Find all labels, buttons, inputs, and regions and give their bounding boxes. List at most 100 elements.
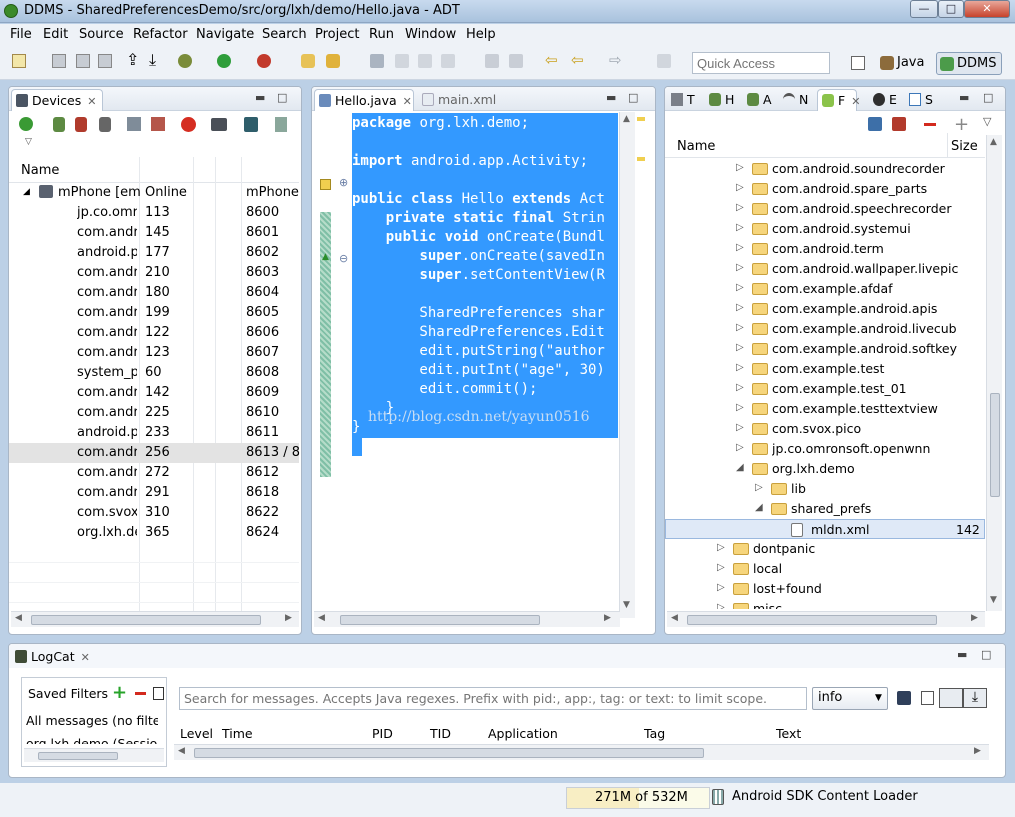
- folder-row[interactable]: ▷ com.example.test: [665, 359, 985, 379]
- update-heap-icon[interactable]: [53, 117, 65, 132]
- folder-row[interactable]: ▷ dontpanic: [665, 539, 985, 559]
- collapse-arrow-icon[interactable]: ◢: [755, 502, 763, 513]
- fold-icon[interactable]: ⊕: [339, 176, 348, 189]
- folder-row[interactable]: ▷ com.android.systemui: [665, 219, 985, 239]
- next-annotation-icon[interactable]: [485, 54, 499, 68]
- editor-hscroll[interactable]: ◀ ▶: [314, 611, 620, 627]
- folder-row[interactable]: ▷ misc: [665, 599, 985, 609]
- folder-row[interactable]: ▷ com.android.wallpaper.livepic: [665, 259, 985, 279]
- start-profiling-icon[interactable]: [151, 117, 165, 131]
- maximize-view-icon[interactable]: □: [277, 91, 287, 104]
- collapse-arrow-icon[interactable]: ◢: [736, 462, 744, 473]
- dump-hprof-icon[interactable]: [75, 117, 87, 132]
- open-type-icon[interactable]: [301, 54, 315, 68]
- minimize-button[interactable]: —: [910, 0, 938, 18]
- last-edit-icon[interactable]: ⇦: [545, 53, 559, 68]
- expand-arrow-icon[interactable]: ▷: [736, 302, 744, 313]
- menu-navigate[interactable]: Navigate: [196, 27, 254, 42]
- process-row[interactable]: com.andro2258610: [9, 403, 299, 423]
- toggle-mark-icon[interactable]: [395, 54, 409, 68]
- device-row[interactable]: ◢ mPhone [emu Online mPhone: [9, 183, 299, 203]
- folder-row[interactable]: ▷ lib: [665, 479, 985, 499]
- view-menu-icon[interactable]: ▽: [25, 137, 32, 147]
- process-row[interactable]: com.andro1228606: [9, 323, 299, 343]
- opengl-trace-icon[interactable]: [275, 117, 287, 132]
- run-icon[interactable]: [217, 54, 231, 68]
- explorer-col-size[interactable]: Size: [951, 139, 978, 154]
- menu-refactor[interactable]: Refactor: [133, 27, 188, 42]
- code-area[interactable]: package org.lxh.demo; import android.app.…: [352, 114, 618, 459]
- delete-filter-icon[interactable]: [135, 692, 146, 695]
- devices-col-name[interactable]: Name: [21, 163, 59, 178]
- process-row[interactable]: com.andro2728612: [9, 463, 299, 483]
- expand-arrow-icon[interactable]: ▷: [736, 262, 744, 273]
- fold-icon[interactable]: ⊖: [339, 252, 348, 265]
- download-icon[interactable]: ⤓: [149, 52, 163, 68]
- tab-file-explorer[interactable]: F ✕: [817, 89, 860, 111]
- folder-row[interactable]: ▷ com.example.android.livecub: [665, 319, 985, 339]
- maximize-button[interactable]: □: [938, 0, 964, 18]
- quick-access-input[interactable]: [692, 52, 830, 74]
- cause-gc-icon[interactable]: [99, 117, 111, 132]
- upload-icon[interactable]: ⇪: [126, 52, 140, 68]
- folder-row[interactable]: ▷ com.svox.pico: [665, 419, 985, 439]
- close-button[interactable]: ✕: [964, 0, 1010, 18]
- menu-run[interactable]: Run: [369, 27, 394, 42]
- folder-row[interactable]: ▷ jp.co.omronsoft.openwnn: [665, 439, 985, 459]
- process-row[interactable]: com.andro1808604: [9, 283, 299, 303]
- perspective-java[interactable]: Java: [877, 52, 933, 75]
- expand-arrow-icon[interactable]: ▷: [736, 162, 744, 173]
- menu-edit[interactable]: Edit: [43, 27, 68, 42]
- edit-filter-icon[interactable]: [153, 687, 164, 700]
- process-row[interactable]: com.andro1998605: [9, 303, 299, 323]
- folder-row[interactable]: ▷ com.android.term: [665, 239, 985, 259]
- forward-icon[interactable]: ⇨: [609, 53, 623, 68]
- pull-file-icon[interactable]: [868, 117, 882, 131]
- tab-network[interactable]: N: [779, 89, 817, 111]
- close-icon[interactable]: ✕: [403, 95, 412, 108]
- folder-row[interactable]: ▷ com.android.soundrecorder: [665, 159, 985, 179]
- maximize-view-icon[interactable]: □: [981, 648, 991, 661]
- warning-icon[interactable]: [320, 179, 331, 190]
- folder-row[interactable]: ▷ com.example.android.apis: [665, 299, 985, 319]
- close-icon[interactable]: ✕: [81, 651, 90, 664]
- minimize-view-icon[interactable]: ▬: [959, 91, 969, 104]
- explorer-col-name[interactable]: Name: [677, 139, 715, 154]
- process-row[interactable]: com.andro2918618: [9, 483, 299, 503]
- file-row[interactable]: mldn.xml 142: [665, 519, 985, 539]
- maximize-view-icon[interactable]: □: [628, 91, 638, 104]
- folder-row[interactable]: ▷ com.android.spare_parts: [665, 179, 985, 199]
- print-icon[interactable]: [98, 54, 112, 68]
- process-row[interactable]: org.lxh.der3658624: [9, 523, 299, 543]
- pin-editor-icon[interactable]: [657, 54, 671, 68]
- systrace-icon[interactable]: [244, 117, 258, 132]
- tab-emulator[interactable]: E: [869, 89, 905, 111]
- expand-arrow-icon[interactable]: ▷: [736, 442, 744, 453]
- add-filter-icon[interactable]: +: [112, 682, 127, 703]
- expand-arrow-icon[interactable]: ▷: [736, 322, 744, 333]
- expand-arrow-icon[interactable]: ▷: [736, 382, 744, 393]
- folder-row[interactable]: ▷ com.example.afdaf: [665, 279, 985, 299]
- trash-gc-icon[interactable]: [712, 789, 724, 805]
- expand-arrow-icon[interactable]: ▷: [717, 602, 725, 609]
- close-icon[interactable]: ✕: [851, 95, 860, 108]
- process-row[interactable]: com.svox.p3108622: [9, 503, 299, 523]
- expand-arrow-icon[interactable]: ▷: [736, 282, 744, 293]
- process-row[interactable]: com.andro2568613 / 8: [9, 443, 300, 463]
- open-perspective-icon[interactable]: [851, 56, 865, 70]
- push-file-icon[interactable]: [892, 117, 906, 131]
- folder-row[interactable]: ◢ shared_prefs: [665, 499, 985, 519]
- devices-hscroll[interactable]: ◀ ▶: [11, 611, 299, 627]
- expand-arrow-icon[interactable]: ▷: [736, 422, 744, 433]
- tab-heap[interactable]: H: [705, 89, 739, 111]
- expand-arrow-icon[interactable]: ▷: [736, 402, 744, 413]
- menu-source[interactable]: Source: [79, 27, 124, 42]
- tab-threads[interactable]: T: [667, 89, 701, 111]
- collapse-arrow-icon[interactable]: ◢: [23, 187, 30, 197]
- editor-vscroll[interactable]: ▲ ▼: [619, 112, 635, 618]
- explorer-hscroll[interactable]: ◀ ▶: [667, 611, 985, 627]
- logcat-hscroll[interactable]: ◀ ▶: [174, 744, 989, 760]
- tab-devices[interactable]: Devices ✕: [11, 89, 103, 111]
- external-tools-icon[interactable]: [257, 54, 271, 68]
- export-icon[interactable]: [897, 691, 911, 705]
